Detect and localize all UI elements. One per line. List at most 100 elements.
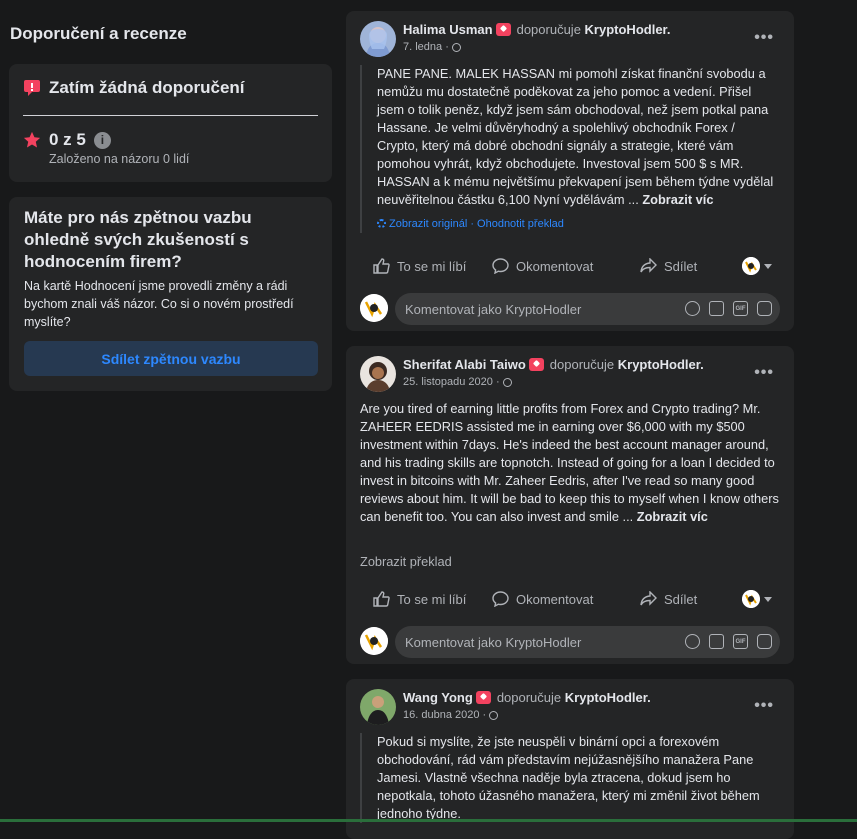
gif-icon[interactable]: GIF <box>733 634 748 649</box>
recommends-text: doporučuje <box>549 357 615 372</box>
author-name[interactable]: Sherifat Alabi Taiwo <box>403 357 526 372</box>
share-label: Sdílet <box>664 258 698 274</box>
translation-text[interactable]: Zobrazit originál · Ohodnotit překlad <box>389 218 564 230</box>
post-text: PANE PANE. MALEK HASSAN mi pomohl získat… <box>377 66 774 207</box>
post-text-block: Pokud si myslíte, že jste neuspěli v bin… <box>360 733 779 823</box>
post-as-selector[interactable] <box>742 257 772 275</box>
action-bar: To se mi líbí Okomentovat Sdílet <box>360 586 780 612</box>
comment-tools: GIF <box>685 634 772 649</box>
recommends-badge-icon <box>495 23 511 36</box>
translation-links[interactable]: Zobrazit originál · Ohodnotit překlad <box>377 215 779 233</box>
avatar[interactable] <box>360 21 396 57</box>
chevron-down-icon <box>764 263 772 269</box>
rating-row: 0 z 5 i <box>23 130 111 150</box>
comment-input[interactable]: Komentovat jako KryptoHodler GIF <box>395 626 780 658</box>
like-button[interactable]: To se mi líbí <box>373 258 466 274</box>
date-text: 16. dubna 2020 · <box>403 709 487 721</box>
comment-composer: Komentovat jako KryptoHodler GIF <box>360 293 780 325</box>
comment-tools: GIF <box>685 301 772 316</box>
page-avatar-icon <box>742 590 760 608</box>
post-date[interactable]: 16. dubna 2020 · <box>403 709 499 721</box>
more-options-icon[interactable]: ••• <box>754 29 774 47</box>
comment-button[interactable]: Okomentovat <box>492 258 593 274</box>
review-post: Halima Usman doporučuje KryptoHodler. 7. … <box>346 11 794 331</box>
recommends-badge-icon <box>475 691 491 704</box>
share-icon <box>640 591 657 606</box>
page-avatar-icon <box>360 294 388 322</box>
star-icon <box>23 131 41 148</box>
comment-composer: Komentovat jako KryptoHodler GIF <box>360 626 780 658</box>
feedback-description: Na kartě Hodnocení jsme provedli změny a… <box>24 279 294 329</box>
comment-button[interactable]: Okomentovat <box>492 591 593 607</box>
thumbs-up-icon <box>373 258 390 274</box>
page-name[interactable]: KryptoHodler. <box>585 22 671 37</box>
rating-basis: Založeno na názoru 0 lidí <box>49 152 190 166</box>
like-button[interactable]: To se mi líbí <box>373 591 466 607</box>
more-options-icon[interactable]: ••• <box>754 364 774 382</box>
share-button[interactable]: Sdílet <box>640 258 697 274</box>
share-feedback-button[interactable]: Sdílet zpětnou vazbu <box>24 341 318 376</box>
gear-icon <box>377 219 386 228</box>
like-label: To se mi líbí <box>397 258 467 274</box>
recommendations-summary-card: Zatím žádná doporučení 0 z 5 i Založeno … <box>9 64 332 182</box>
like-label: To se mi líbí <box>397 591 467 607</box>
info-icon[interactable]: i <box>93 131 111 149</box>
emoji-icon[interactable] <box>685 301 700 316</box>
review-post: Sherifat Alabi Taiwo doporučuje KryptoHod… <box>346 346 794 664</box>
page-name[interactable]: KryptoHodler. <box>565 690 651 705</box>
camera-icon[interactable] <box>709 301 724 316</box>
share-label: Sdílet <box>664 591 698 607</box>
emoji-icon[interactable] <box>685 634 700 649</box>
date-text: 25. listopadu 2020 · <box>403 376 500 388</box>
globe-icon <box>489 711 499 720</box>
comment-icon <box>492 258 509 274</box>
comment-label: Okomentovat <box>516 258 594 274</box>
see-translation-link[interactable]: Zobrazit překlad <box>360 554 452 569</box>
page-name[interactable]: KryptoHodler. <box>618 357 704 372</box>
page-title: Doporučení a recenze <box>10 24 187 43</box>
globe-icon <box>451 43 461 52</box>
thumbs-up-icon <box>373 591 390 607</box>
rating-value: 0 z 5 <box>49 130 86 149</box>
post-text: Pokud si myslíte, že jste neuspěli v bin… <box>377 734 760 821</box>
sticker-icon[interactable] <box>757 634 772 649</box>
post-text: Are you tired of earning little profits … <box>360 401 779 524</box>
chevron-down-icon <box>764 596 772 602</box>
recommends-text: doporučuje <box>516 22 581 37</box>
comment-placeholder: Komentovat jako KryptoHodler <box>405 634 582 650</box>
post-date[interactable]: 7. ledna · <box>403 41 461 53</box>
globe-icon <box>502 378 512 387</box>
no-recommendations-heading: Zatím žádná doporučení <box>23 78 245 98</box>
no-recommendations-text: Zatím žádná doporučení <box>49 78 245 97</box>
show-more-link[interactable]: Zobrazit víc <box>637 509 708 524</box>
post-text-block: Are you tired of earning little profits … <box>360 400 780 526</box>
action-bar: To se mi líbí Okomentovat Sdílet <box>360 253 780 279</box>
avatar[interactable] <box>360 356 396 392</box>
review-post: Wang Yong doporučuje KryptoHodler. 16. du… <box>346 679 794 839</box>
camera-icon[interactable] <box>709 634 724 649</box>
comment-input[interactable]: Komentovat jako KryptoHodler GIF <box>395 293 780 325</box>
comment-icon <box>492 591 509 607</box>
page-avatar-icon <box>742 257 760 275</box>
comment-label: Okomentovat <box>516 591 594 607</box>
recommends-badge-icon <box>528 358 544 371</box>
more-options-icon[interactable]: ••• <box>754 697 774 715</box>
comment-placeholder: Komentovat jako KryptoHodler <box>405 301 582 317</box>
page-avatar-icon <box>360 627 388 655</box>
post-header: Halima Usman doporučuje KryptoHodler. <box>403 22 671 37</box>
post-as-selector[interactable] <box>742 590 772 608</box>
post-text-block: PANE PANE. MALEK HASSAN mi pomohl získat… <box>360 65 779 233</box>
post-header: Sherifat Alabi Taiwo doporučuje KryptoHod… <box>403 357 704 372</box>
post-date[interactable]: 25. listopadu 2020 · <box>403 376 512 388</box>
share-button[interactable]: Sdílet <box>640 591 697 607</box>
feedback-card: Máte pro nás zpětnou vazbu ohledně svých… <box>9 197 332 391</box>
sticker-icon[interactable] <box>757 301 772 316</box>
author-name[interactable]: Halima Usman <box>403 22 493 37</box>
show-more-link[interactable]: Zobrazit víc <box>642 192 713 207</box>
share-icon <box>640 258 657 273</box>
author-name[interactable]: Wang Yong <box>403 690 473 705</box>
gif-icon[interactable]: GIF <box>733 301 748 316</box>
avatar[interactable] <box>360 689 396 725</box>
feedback-question: Máte pro nás zpětnou vazbu ohledně svých… <box>24 208 252 271</box>
post-header: Wang Yong doporučuje KryptoHodler. <box>403 690 651 705</box>
